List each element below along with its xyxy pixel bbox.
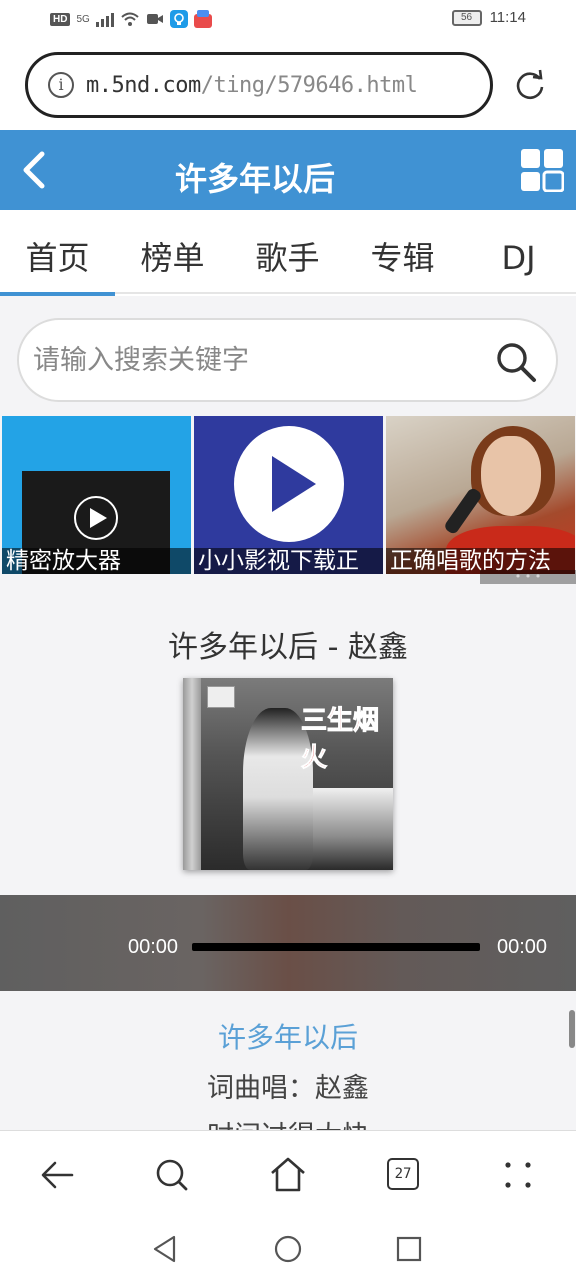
scrollbar[interactable] [569,1010,575,1048]
url-text[interactable]: m.5nd.com/ting/579646.html [86,73,418,98]
banner-amplifier[interactable]: 精密放大器 [2,416,191,574]
status-right: 56 11:14 [451,9,526,26]
song-title: 许多年以后 - 赵鑫 [168,630,408,665]
tab-dj[interactable]: DJ [461,210,576,294]
home-icon[interactable] [268,1155,308,1195]
site-header: 许多年以后 [0,130,576,210]
tabs-count-button[interactable]: 27 [387,1158,419,1190]
search-icon[interactable] [152,1155,192,1195]
search-input[interactable] [33,340,473,380]
nav-recents-icon[interactable] [394,1234,424,1264]
more-dots-icon[interactable] [498,1155,538,1195]
reload-icon[interactable] [513,68,547,102]
tab-home[interactable]: 首页 [0,210,115,296]
nav-home-icon[interactable] [273,1234,303,1264]
search-icon[interactable] [494,340,538,384]
nav-back-icon[interactable] [150,1234,180,1264]
url-path: /ting/579646.html [200,73,418,98]
progress-slider[interactable] [192,943,480,951]
song-section: 许多年以后 - 赵鑫 三生烟火 00:00 00:00 许多年以后 词曲唱：赵鑫… [0,584,576,1130]
lyric-line: 词曲唱：赵鑫 [207,1073,369,1104]
banner-carousel: 精密放大器 小小影视下载正 正确唱歌的方法 [0,416,576,584]
back-arrow-icon[interactable] [38,1155,78,1195]
wifi-icon [121,12,139,26]
lyrics-title: 许多年以后 [217,1021,358,1054]
browser-toolbar: 27 [0,1130,576,1218]
menu-grid-icon[interactable] [520,148,564,192]
tab-charts[interactable]: 榜单 [115,210,230,294]
play-icon [234,426,344,542]
banner-video-download[interactable]: 小小影视下载正 [194,416,383,574]
shopping-app-icon [193,10,212,28]
banner-singing-tips[interactable]: 正确唱歌的方法 [386,416,575,574]
duration: 00:00 [497,936,548,958]
address-bar[interactable]: i m.5nd.com/ting/579646.html [25,52,493,118]
nav-tabs: 首页 榜单 歌手 专辑 DJ [0,210,576,296]
search-box[interactable] [17,318,558,402]
battery-icon: 56 [451,9,482,26]
system-nav-bar [0,1218,576,1280]
network-type: 5G [76,13,90,25]
signal-icon [95,11,114,27]
lyric-line: 时间过得太快 [0,1114,576,1130]
bulb-app-icon [169,10,188,28]
label-logo [207,686,235,708]
search-area [0,296,576,416]
current-time: 00:00 [128,936,179,958]
banner-caption: 小小影视下载正 [194,548,383,574]
tab-albums[interactable]: 专辑 [345,210,460,294]
info-icon[interactable]: i [48,72,74,98]
video-icon [146,14,163,24]
banner-caption: 精密放大器 [2,548,191,574]
tab-singers[interactable]: 歌手 [230,210,345,294]
audio-player: 00:00 00:00 [0,895,576,991]
album-cover: 三生烟火 [183,678,393,870]
album-cover-text: 三生烟火 [301,706,380,774]
hd-indicator: HD [50,12,71,26]
play-icon [74,496,118,540]
status-bar: HD 5G 56 11:14 [0,0,576,40]
url-domain: m.5nd.com [86,73,201,98]
status-left: HD 5G [50,10,212,28]
clock: 11:14 [489,9,526,26]
page-title: 许多年以后 [174,160,335,198]
carousel-indicator: • • • [480,570,576,584]
